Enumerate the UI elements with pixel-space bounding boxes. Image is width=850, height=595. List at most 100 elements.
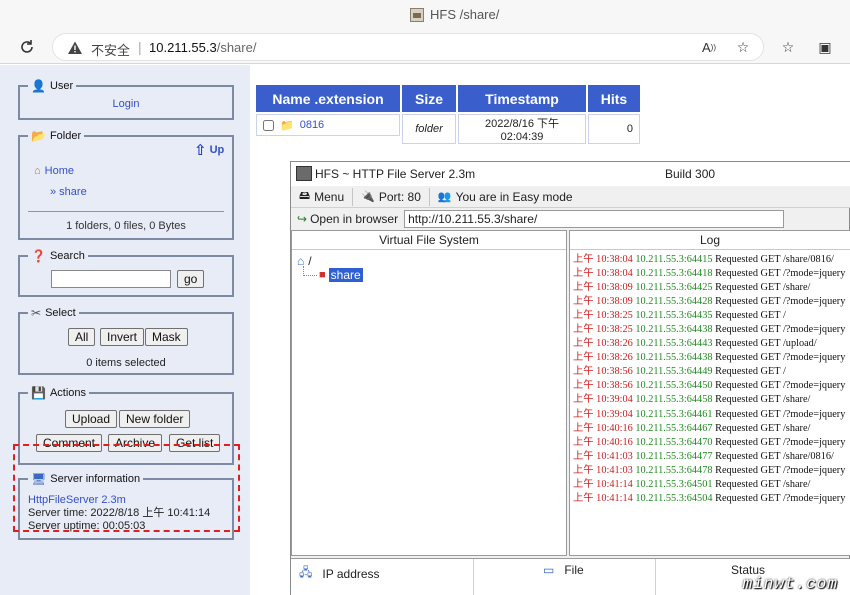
plug-icon: 🔌: [361, 191, 375, 203]
log-ip: 10.211.55.3:64501: [635, 478, 713, 490]
up-link[interactable]: Up: [210, 144, 225, 156]
log-entry: 上午 10:41:03 10.211.55.3:64477 Requested …: [573, 450, 847, 464]
col-hits-header[interactable]: Hits: [588, 85, 640, 112]
menu-icon: 🖴: [299, 190, 311, 202]
folder-summary: 1 folders, 0 files, 0 Bytes: [66, 220, 186, 232]
login-link[interactable]: Login: [113, 98, 140, 110]
file-table: Name .extension Size Timestamp Hits 📁 08…: [254, 83, 642, 146]
new-folder-button[interactable]: New folder: [119, 410, 191, 428]
user-icon: 👤: [31, 79, 46, 93]
size-cell: folder: [402, 114, 456, 144]
scissors-icon: ✂: [31, 306, 42, 320]
log-ip: 10.211.55.3:64504: [635, 492, 713, 504]
hfs-favicon-icon: [410, 7, 424, 22]
breadcrumb-share[interactable]: » share: [50, 186, 87, 198]
folder-link[interactable]: 0816: [300, 119, 324, 131]
folder-legend-label: Folder: [49, 130, 82, 142]
add-favorite-icon[interactable]: ☆: [733, 37, 753, 57]
home-icon: ⌂: [34, 165, 41, 177]
browser-tab[interactable]: HFS /share/: [410, 7, 499, 22]
log-ts: 上午 10:39:04: [573, 394, 633, 406]
warning-icon[interactable]: [67, 40, 83, 56]
log-msg: Requested GET /share/0816/: [715, 254, 834, 265]
row-checkbox[interactable]: [263, 119, 274, 131]
log-ip: 10.211.55.3:64449: [635, 366, 713, 378]
vfs-root-label: /: [308, 254, 312, 268]
log-ts: 上午 10:41:14: [573, 478, 633, 490]
col-timestamp-header[interactable]: Timestamp: [458, 85, 586, 112]
invert-button[interactable]: Invert: [100, 328, 145, 346]
column-divider: [655, 559, 656, 595]
folder-legend: 📂 Folder: [28, 129, 85, 143]
col-name-header[interactable]: Name .extension: [256, 85, 400, 112]
mode-button[interactable]: 👥 You are in Easy mode: [430, 188, 581, 206]
floppy-disk-icon: 💾: [31, 386, 46, 400]
log-msg: Requested GET /: [715, 310, 786, 322]
vfs-root-item[interactable]: ⌂ /: [297, 254, 312, 268]
highlight-box: [13, 444, 240, 532]
port-button[interactable]: 🔌 Port: 80: [353, 187, 430, 206]
col-size-header[interactable]: Size: [402, 85, 456, 112]
log-entry: 上午 10:38:04 10.211.55.3:64415 Requested …: [573, 253, 847, 267]
favorites-icon[interactable]: ☆: [778, 37, 798, 57]
log-entry: 上午 10:38:25 10.211.55.3:64438 Requested …: [573, 323, 847, 337]
up-arrow-icon: ⇧: [194, 142, 207, 159]
log-ip: 10.211.55.3:64438: [635, 352, 713, 364]
log-msg: Requested GET /?mode=jquery: [715, 324, 846, 336]
actions-legend: 💾 Actions: [28, 386, 90, 400]
user-legend-label: User: [49, 80, 74, 92]
folder-divider: [28, 211, 224, 212]
go-button[interactable]: go: [177, 270, 205, 288]
file-table-header: Name .extension Size Timestamp Hits: [256, 85, 640, 112]
insecure-label[interactable]: 不安全: [91, 40, 130, 59]
log-ip: 10.211.55.3:64418: [635, 268, 713, 280]
log-ts: 上午 10:41:03: [573, 450, 633, 462]
select-all-button[interactable]: All: [68, 328, 96, 346]
log-ip: 10.211.55.3:64461: [635, 408, 713, 420]
url-text[interactable]: 10.211.55.3/share/: [149, 40, 256, 55]
hits-cell: 0: [588, 114, 640, 144]
log-ip: 10.211.55.3:64443: [635, 338, 713, 350]
log-msg: Requested GET /upload/: [715, 338, 817, 350]
hfs-title: HFS ~ HTTP File Server 2.3m: [315, 167, 476, 181]
log-ts: 上午 10:38:09: [573, 282, 633, 294]
file-column-header[interactable]: ▭ File: [543, 563, 584, 577]
mask-button[interactable]: Mask: [145, 328, 188, 346]
search-input[interactable]: [51, 270, 171, 288]
log-ts: 上午 10:41:03: [573, 464, 633, 476]
log-msg: Requested GET /?mode=jquery: [715, 352, 846, 364]
window-icon: ▭: [543, 563, 555, 577]
log-msg: Requested GET /: [715, 366, 786, 378]
open-in-browser-button[interactable]: ↪ Open in browser: [291, 212, 404, 226]
log-msg: Requested GET /share/: [715, 394, 811, 406]
select-legend: ✂ Select: [28, 306, 79, 320]
tree-line-h: [303, 275, 317, 276]
vfs-share-item[interactable]: ■ share: [319, 268, 363, 282]
tab-title: HFS /share/: [430, 7, 500, 22]
collections-icon[interactable]: ▣: [815, 37, 835, 57]
log-msg: Requested GET /?mode=jquery: [715, 380, 846, 392]
log-list: 上午 10:38:04 10.211.55.3:64415 Requested …: [570, 250, 850, 509]
log-ts: 上午 10:38:56: [573, 366, 633, 378]
log-entry: 上午 10:39:04 10.211.55.3:64461 Requested …: [573, 408, 847, 422]
refresh-icon[interactable]: [16, 36, 38, 58]
selected-count: 0 items selected: [86, 357, 166, 369]
read-aloud-icon[interactable]: A)): [699, 37, 719, 57]
log-entry: 上午 10:41:14 10.211.55.3:64504 Requested …: [573, 492, 847, 506]
log-entry: 上午 10:38:09 10.211.55.3:64425 Requested …: [573, 281, 847, 295]
red-folder-icon: ■: [319, 269, 326, 281]
upload-button[interactable]: Upload: [65, 410, 118, 428]
help-icon: ❓: [31, 249, 46, 263]
home-link[interactable]: Home: [45, 165, 74, 177]
timestamp-cell: 2022/8/16 下午 02:04:39: [458, 114, 586, 144]
vfs-header: Virtual File System: [292, 231, 566, 250]
hfs-title-bar[interactable]: HFS ~ HTTP File Server 2.3m Build 300: [291, 162, 850, 186]
url-bar[interactable]: 不安全 | 10.211.55.3/share/ A)) ☆: [52, 33, 764, 61]
menu-button[interactable]: 🖴 Menu: [291, 187, 354, 206]
hfs-url-field[interactable]: http://10.211.55.3/share/: [404, 210, 785, 228]
log-entry: 上午 10:39:04 10.211.55.3:64458 Requested …: [573, 393, 847, 407]
log-msg: Requested GET /share/: [715, 282, 811, 294]
ip-column-header[interactable]: 🖧 IP address: [299, 563, 380, 584]
url-separator: |: [138, 39, 142, 55]
user-panel: 👤 User Login: [18, 79, 234, 120]
